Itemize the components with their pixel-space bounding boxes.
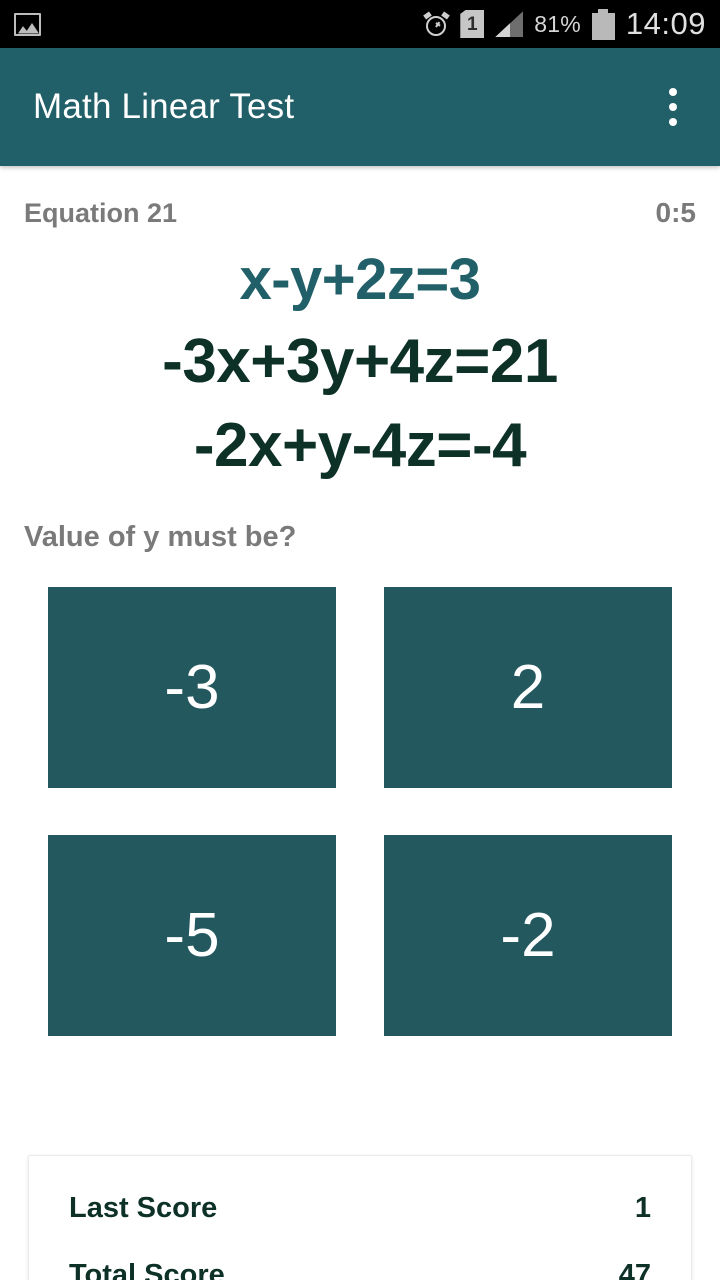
photo-icon bbox=[14, 12, 41, 36]
signal-bars-icon bbox=[495, 11, 524, 37]
sim-card-label: 1 bbox=[466, 13, 478, 35]
status-bar-right: 1 81% 14:09 bbox=[423, 6, 706, 42]
app-bar: Math Linear Test bbox=[0, 48, 720, 166]
answer-option-1[interactable]: -3 bbox=[48, 587, 336, 788]
equation-counter-label: Equation 21 bbox=[24, 198, 178, 228]
last-score-row: Last Score 1 bbox=[69, 1184, 651, 1251]
equation-line-2: -3x+3y+4z=21 bbox=[162, 327, 558, 396]
status-bar: 1 81% 14:09 bbox=[0, 0, 720, 48]
countdown-timer: 0:5 bbox=[655, 197, 696, 228]
total-score-row: Total Score 47 bbox=[69, 1251, 651, 1280]
answer-options-grid: -3 2 -5 -2 bbox=[0, 587, 720, 1036]
total-score-value: 47 bbox=[618, 1259, 651, 1280]
app-title: Math Linear Test bbox=[33, 87, 295, 126]
equation-line-3: -2x+y-4z=-4 bbox=[193, 411, 527, 480]
total-score-label: Total Score bbox=[69, 1259, 225, 1280]
battery-icon bbox=[591, 8, 615, 40]
last-score-value: 1 bbox=[634, 1192, 651, 1224]
app-screen: 1 81% 14:09 Math Linear Test Equation 21… bbox=[0, 0, 720, 1280]
last-score-label: Last Score bbox=[69, 1192, 218, 1224]
alarm-clock-icon bbox=[423, 10, 451, 37]
answer-option-2[interactable]: 2 bbox=[384, 587, 672, 788]
answer-option-3[interactable]: -5 bbox=[48, 835, 336, 1036]
overflow-menu-icon[interactable] bbox=[659, 80, 687, 134]
equation-meta-row: Equation 21 0:5 bbox=[0, 166, 720, 229]
status-bar-clock: 14:09 bbox=[625, 6, 706, 41]
question-prompt: Value of y must be? bbox=[24, 521, 297, 553]
status-bar-left bbox=[14, 12, 41, 36]
battery-percent: 81% bbox=[534, 10, 581, 37]
sim-card-icon: 1 bbox=[460, 10, 485, 38]
score-card: Last Score 1 Total Score 47 bbox=[28, 1155, 692, 1280]
answer-option-4[interactable]: -2 bbox=[384, 835, 672, 1036]
equation-system: x-y+2z=3 -3x+3y+4z=21 -2x+y-4z=-4 bbox=[0, 229, 720, 477]
equation-line-1: x-y+2z=3 bbox=[239, 247, 481, 312]
